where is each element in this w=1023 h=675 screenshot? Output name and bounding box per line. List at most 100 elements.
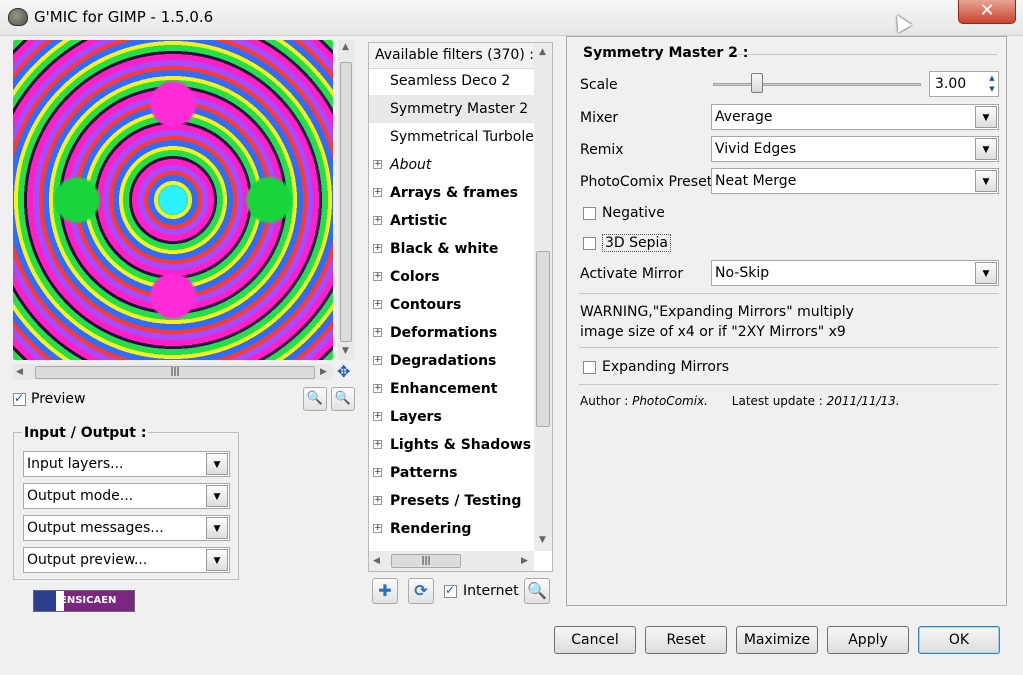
spin-down-icon[interactable]: ▼ <box>987 84 997 95</box>
chevron-down-icon[interactable]: ▼ <box>975 138 997 160</box>
internet-label: Internet <box>463 583 519 599</box>
expand-icon[interactable]: + <box>373 356 382 365</box>
search-filters-button[interactable]: 🔍 <box>524 578 550 604</box>
internet-toggle[interactable]: Internet <box>444 583 519 599</box>
preview-vertical-scrollbar[interactable]: ▲ ▼ <box>338 40 354 360</box>
preview-checkbox[interactable] <box>13 391 26 406</box>
scroll-down-arrow-icon[interactable]: ▼ <box>342 346 349 356</box>
filter-label: Artistic <box>390 213 448 229</box>
apply-button[interactable]: Apply <box>827 626 909 654</box>
expand-icon[interactable]: + <box>373 244 382 253</box>
filter-category[interactable]: + Rendering <box>369 515 534 543</box>
refresh-button[interactable]: ⟳ <box>408 578 434 604</box>
expand-icon[interactable]: + <box>373 468 382 477</box>
chevron-down-icon[interactable]: ▼ <box>975 170 997 192</box>
expanding-checkbox[interactable] <box>583 360 596 374</box>
preview-horizontal-scrollbar[interactable]: ◀ ||| ▶ <box>13 364 333 380</box>
output-preview-combo[interactable]: Output preview... ▼ <box>23 547 230 573</box>
plus-icon: ✚ <box>378 581 392 600</box>
scroll-right-arrow-icon[interactable]: ▶ <box>521 556 528 566</box>
filters-tree[interactable]: Available filters (370) : Seamless Deco … <box>368 42 553 572</box>
scrollbar-thumb[interactable]: ||| <box>391 554 461 568</box>
expand-icon[interactable]: + <box>373 440 382 449</box>
filter-category[interactable]: + Black & white <box>369 235 534 263</box>
negative-checkbox[interactable] <box>583 206 596 220</box>
expand-icon[interactable]: + <box>373 384 382 393</box>
expanding-toggle[interactable]: Expanding Mirrors <box>583 359 729 375</box>
output-messages-combo[interactable]: Output messages... ▼ <box>23 515 230 541</box>
filter-item[interactable]: Seamless Deco 2 <box>369 67 534 95</box>
sepia-label: 3D Sepia <box>602 234 671 252</box>
expand-icon[interactable]: + <box>373 328 382 337</box>
output-mode-combo[interactable]: Output mode... ▼ <box>23 483 230 509</box>
zoom-in-button[interactable]: 🔍 <box>331 387 355 411</box>
chevron-down-icon[interactable]: ▼ <box>206 453 228 475</box>
expand-icon[interactable]: + <box>373 496 382 505</box>
scroll-up-arrow-icon[interactable]: ▲ <box>539 47 546 57</box>
maximize-button[interactable]: Maximize <box>736 626 818 654</box>
filters-vertical-scrollbar[interactable]: ▲ ▼ <box>534 43 552 551</box>
ok-button[interactable]: OK <box>918 626 1000 654</box>
expand-icon[interactable]: + <box>373 160 382 169</box>
chevron-down-icon[interactable]: ▼ <box>206 549 228 571</box>
sepia-checkbox[interactable] <box>583 236 596 250</box>
chevron-down-icon[interactable]: ▼ <box>206 517 228 539</box>
filter-category[interactable]: + Patterns <box>369 459 534 487</box>
scale-spinbox[interactable]: 3.00 ▲ ▼ <box>929 71 999 97</box>
expand-icon[interactable]: + <box>373 272 382 281</box>
expand-icon[interactable]: + <box>373 216 382 225</box>
filter-category[interactable]: + About <box>369 151 534 179</box>
close-button[interactable]: ✕ <box>958 0 1016 24</box>
filter-category[interactable]: + Lights & Shadows <box>369 431 534 459</box>
add-filter-button[interactable]: ✚ <box>372 578 398 604</box>
scrollbar-thumb[interactable]: ||| <box>35 366 315 379</box>
cancel-button[interactable]: Cancel <box>554 626 636 654</box>
sepia-toggle[interactable]: 3D Sepia <box>583 234 671 252</box>
expand-icon[interactable]: + <box>373 524 382 533</box>
mouse-cursor-icon <box>890 11 912 33</box>
preset-label: PhotoComix Preset <box>580 174 713 190</box>
scale-slider-handle[interactable] <box>751 73 763 93</box>
divider <box>579 384 999 385</box>
scrollbar-thumb[interactable] <box>340 62 352 342</box>
mixer-combo[interactable]: Average ▼ <box>711 104 999 130</box>
mirror-combo[interactable]: No-Skip ▼ <box>711 260 999 286</box>
expand-icon[interactable]: + <box>373 412 382 421</box>
scroll-right-arrow-icon[interactable]: ▶ <box>320 367 327 377</box>
scroll-down-arrow-icon[interactable]: ▼ <box>539 535 546 545</box>
input-layers-combo[interactable]: Input layers... ▼ <box>23 451 230 477</box>
filter-category[interactable]: + Artistic <box>369 207 534 235</box>
filter-category[interactable]: + Deformations <box>369 319 534 347</box>
filter-item[interactable]: Symmetry Master 2 <box>369 95 534 123</box>
filter-category[interactable]: + Presets / Testing <box>369 487 534 515</box>
filter-category[interactable]: + Degradations <box>369 347 534 375</box>
negative-toggle[interactable]: Negative <box>583 205 665 221</box>
expand-icon[interactable]: + <box>373 188 382 197</box>
filter-category[interactable]: + Arrays & frames <box>369 179 534 207</box>
filter-item[interactable]: Symmetrical Turbolence <box>369 123 534 151</box>
filter-category[interactable]: + Colors <box>369 263 534 291</box>
chevron-down-icon[interactable]: ▼ <box>975 106 997 128</box>
chevron-down-icon[interactable]: ▼ <box>975 262 997 284</box>
filters-horizontal-scrollbar[interactable]: ◀ ||| ▶ <box>369 551 534 571</box>
internet-checkbox[interactable] <box>444 583 457 598</box>
reset-button[interactable]: Reset <box>645 626 727 654</box>
filter-category[interactable]: + Contours <box>369 291 534 319</box>
preview-image[interactable] <box>13 40 333 360</box>
move-icon[interactable]: ✥ <box>337 364 353 380</box>
filter-category[interactable]: + Layers <box>369 403 534 431</box>
scroll-up-arrow-icon[interactable]: ▲ <box>342 42 349 52</box>
chevron-down-icon[interactable]: ▼ <box>206 485 228 507</box>
scroll-left-arrow-icon[interactable]: ◀ <box>373 556 380 566</box>
scrollbar-thumb[interactable] <box>536 251 550 427</box>
spin-up-icon[interactable]: ▲ <box>987 73 997 84</box>
scroll-left-arrow-icon[interactable]: ◀ <box>16 367 23 377</box>
remix-combo[interactable]: Vivid Edges ▼ <box>711 136 999 162</box>
filter-category[interactable]: + Enhancement <box>369 375 534 403</box>
preset-combo[interactable]: Neat Merge ▼ <box>711 168 999 194</box>
remix-label: Remix <box>580 142 624 158</box>
scale-slider-track[interactable] <box>713 83 921 86</box>
zoom-out-button[interactable]: 🔍 <box>303 387 327 411</box>
preview-toggle[interactable]: Preview <box>13 391 86 407</box>
expand-icon[interactable]: + <box>373 300 382 309</box>
